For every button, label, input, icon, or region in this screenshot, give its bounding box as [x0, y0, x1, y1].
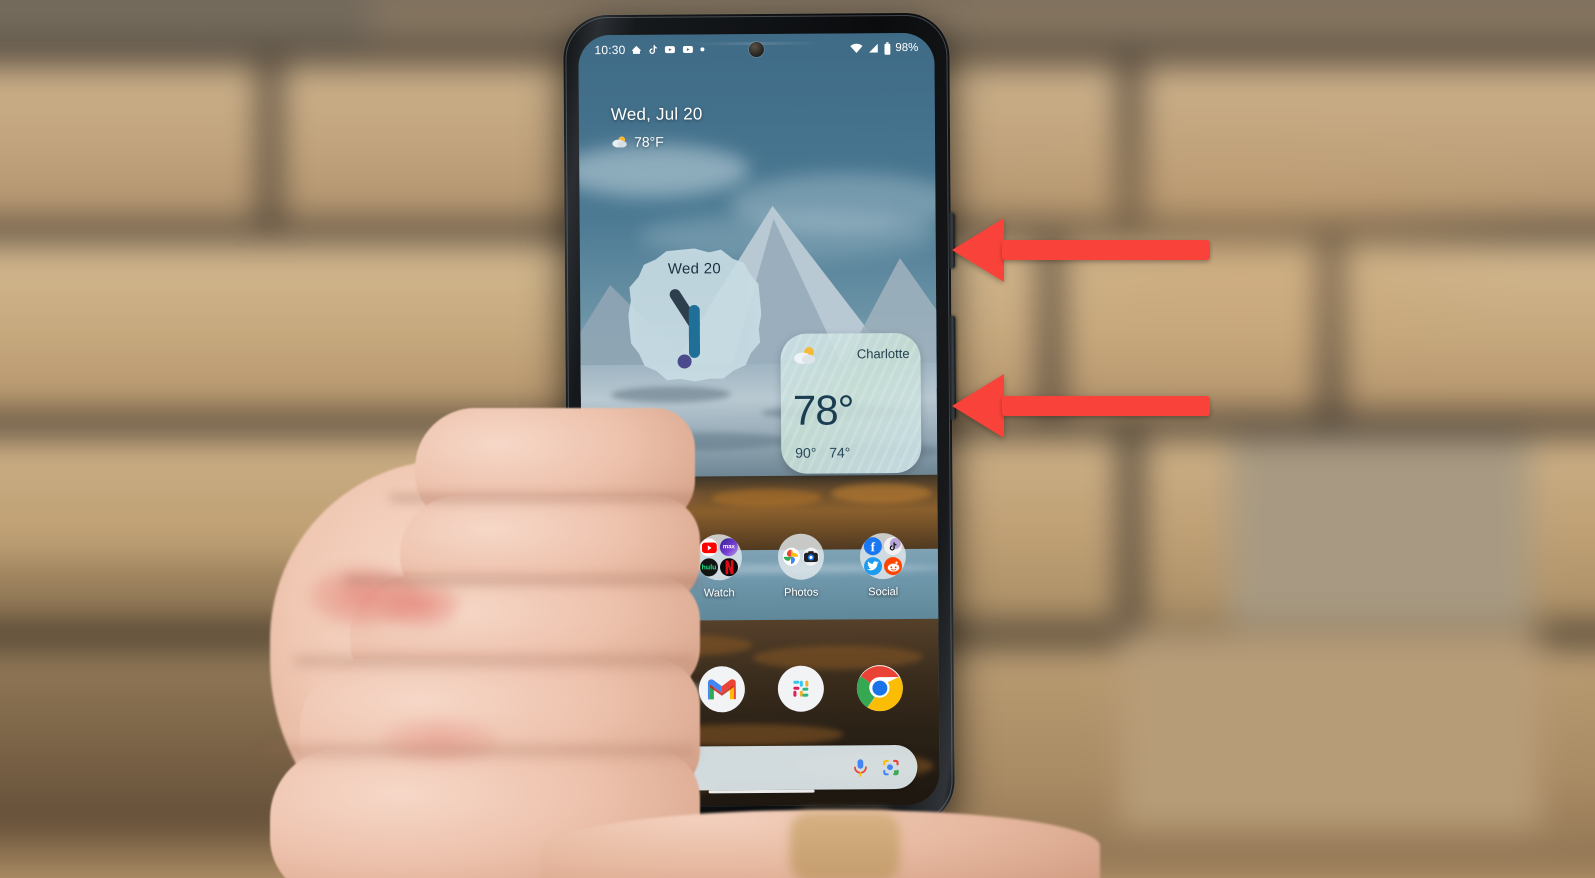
- clock-widget[interactable]: Wed 20: [628, 248, 762, 382]
- folder-social[interactable]: f Social: [846, 532, 920, 599]
- front-camera-punch-hole: [748, 41, 764, 58]
- wifi-icon: [849, 42, 863, 54]
- twitter-icon: [863, 557, 883, 576]
- partly-cloudy-icon: [792, 346, 818, 371]
- google-lens-icon[interactable]: [881, 758, 900, 777]
- glance-temperature: 78°F: [633, 133, 664, 150]
- lower-finger-gap: [790, 812, 900, 878]
- reddit-icon: [883, 557, 903, 576]
- home-icon: [630, 44, 642, 56]
- weather-low: 74°: [829, 444, 851, 461]
- partly-cloudy-icon: [611, 135, 628, 149]
- status-clock: 10:30: [594, 42, 626, 58]
- weather-city: Charlotte: [856, 345, 910, 362]
- status-bar-right: 98%: [849, 41, 919, 55]
- search-bar-actions: [852, 758, 900, 777]
- chrome-icon[interactable]: [856, 665, 903, 712]
- youtube-music-icon: [681, 43, 694, 55]
- clock-widget-hands: [669, 289, 701, 369]
- battery-icon: [883, 41, 891, 55]
- app-label: Social: [868, 586, 899, 599]
- battery-percent-label: 98%: [895, 41, 919, 55]
- at-a-glance-widget[interactable]: Wed, Jul 20 78°F: [611, 104, 703, 150]
- tiktok-icon: [883, 537, 902, 556]
- hand-holding-phone: [250, 400, 810, 878]
- glance-weather: 78°F: [611, 133, 703, 150]
- arrow-head: [952, 374, 1004, 438]
- cellular-signal-icon: [867, 42, 879, 54]
- more-notifications-dot: [699, 46, 705, 52]
- youtube-icon: [663, 44, 676, 56]
- facebook-icon: f: [863, 537, 882, 556]
- arrow-shaft: [1002, 240, 1210, 260]
- glance-date: Wed, Jul 20: [610, 104, 703, 125]
- arrow-shaft: [1002, 396, 1210, 416]
- photo-scene: 10:30 98% Wed, Jul 20 78°F Wed 20 Charlo…: [0, 0, 1595, 878]
- tiktok-icon: [647, 44, 658, 56]
- status-bar-left: 10:30: [594, 42, 705, 57]
- arrow-head: [952, 218, 1004, 282]
- microphone-icon[interactable]: [852, 758, 868, 777]
- social-folder-icon[interactable]: f: [859, 532, 907, 580]
